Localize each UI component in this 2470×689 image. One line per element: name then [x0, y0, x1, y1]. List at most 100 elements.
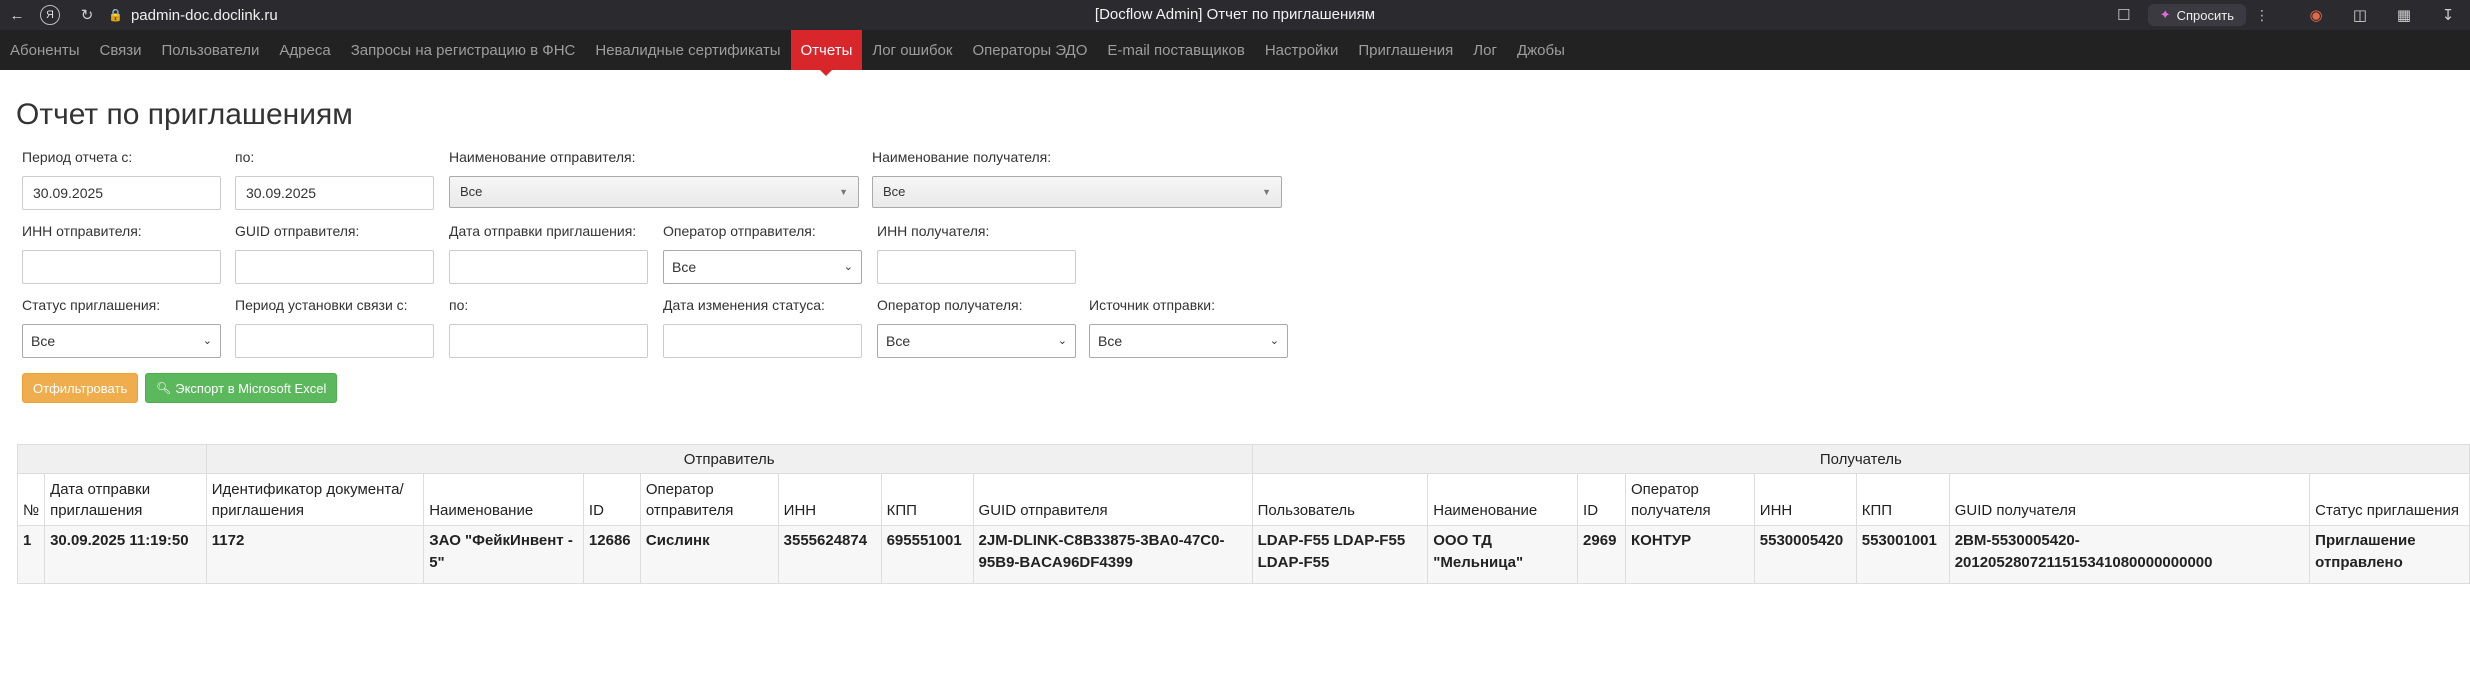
- column-header: КПП: [880, 473, 974, 526]
- filter-form: Период отчета с: 30.09.2025 по: 30.09.20…: [22, 146, 2470, 414]
- invite-status-value: Все: [31, 333, 56, 349]
- period-from-input[interactable]: 30.09.2025: [22, 176, 221, 210]
- sender-inn-field: ИНН отправителя:: [22, 220, 221, 284]
- chevron-down-icon: ▼: [839, 187, 848, 197]
- yandex-icon[interactable]: Я: [40, 5, 60, 25]
- reload-icon[interactable]: ↻: [74, 2, 100, 28]
- column-header: ИНН: [1753, 473, 1857, 526]
- column-header: ИНН: [777, 473, 882, 526]
- nav-item-3[interactable]: Пользователи: [152, 30, 270, 70]
- invite-date-input[interactable]: [449, 250, 648, 284]
- invite-status-label: Статус приглашения:: [22, 297, 161, 313]
- column-header: ID: [1577, 473, 1627, 526]
- bookmark-icon[interactable]: ☐: [2110, 6, 2138, 24]
- column-header: Статус приглашения: [2309, 473, 2470, 526]
- link-period-from-input[interactable]: [235, 324, 434, 358]
- nav-item-14[interactable]: Джобы: [1507, 30, 1575, 70]
- table-cell: 1172: [205, 525, 425, 584]
- nav-item-6[interactable]: Невалидные сертификаты: [585, 30, 790, 70]
- nav-item-8[interactable]: Лог ошибок: [862, 30, 962, 70]
- receiver-operator-select[interactable]: Все ⌄: [877, 324, 1076, 358]
- column-header: ID: [582, 473, 641, 526]
- lock-icon: 🔒: [108, 8, 123, 22]
- window-title: [Docflow Admin] Отчет по приглашениям: [1094, 6, 1376, 23]
- column-header: Пользователь: [1251, 473, 1429, 526]
- receiver-name-select[interactable]: Все ▼: [872, 176, 1282, 208]
- filter-button[interactable]: Отфильтровать: [22, 373, 139, 403]
- table-cell: 3555624874: [777, 525, 882, 584]
- table-row[interactable]: 1 30.09.2025 11:19:50 1172 ЗАО "ФейкИнвент …: [16, 525, 2470, 584]
- sender-inn-label: ИНН отправителя:: [22, 223, 142, 239]
- sender-name-select[interactable]: Все ▼: [449, 176, 859, 208]
- table-cell: Сислинк: [639, 525, 779, 584]
- period-from-label: Период отчета с:: [22, 149, 133, 165]
- sender-name-field: Наименование отправителя: Все ▼: [449, 146, 859, 208]
- nav-item-2[interactable]: Связи: [90, 30, 152, 70]
- invite-status-select[interactable]: Все ⌄: [22, 324, 221, 358]
- sender-operator-select[interactable]: Все ⌄: [663, 250, 862, 284]
- table-cell: 553001001: [1855, 525, 1950, 584]
- receiver-inn-input[interactable]: [877, 250, 1076, 284]
- sender-guid-field: GUID отправителя:: [235, 220, 434, 284]
- link-period-to-input[interactable]: [449, 324, 648, 358]
- table-cell: Приглашение отправлено: [2309, 525, 2470, 584]
- table-cell: 1: [16, 525, 46, 584]
- table-cell: 30.09.2025 11:19:50: [44, 525, 207, 584]
- sidebar-panel-icon[interactable]: ◫: [2347, 4, 2373, 26]
- table-cell: 2BM-5530005420-2012052807211515341080000…: [1948, 525, 2311, 584]
- report-table-wrapper: Отправитель Получатель № Дата отправки пр…: [16, 444, 2470, 584]
- sender-guid-input[interactable]: [235, 250, 434, 284]
- period-from-field: Период отчета с: 30.09.2025: [22, 146, 221, 210]
- nav-item-12[interactable]: Приглашения: [1348, 30, 1463, 70]
- sender-operator-label: Оператор отправителя:: [663, 223, 816, 239]
- ask-button-label: Спросить: [2176, 7, 2234, 23]
- nav-item-5[interactable]: Запросы на регистрацию в ФНС: [341, 30, 586, 70]
- sender-name-value: Все: [460, 184, 483, 199]
- period-to-label: по:: [235, 149, 255, 165]
- address-bar[interactable]: 🔒 padmin-doc.doclink.ru: [108, 7, 278, 24]
- group-spacer: [17, 444, 207, 474]
- export-excel-button[interactable]: 🔍︎ Экспорт в Microsoft Excel: [145, 373, 338, 403]
- table-cell: ЗАО "ФейкИнвент - 5": [423, 525, 584, 584]
- nav-item-13[interactable]: Лог: [1463, 30, 1507, 70]
- extensions-puzzle-icon[interactable]: ▦: [2391, 4, 2417, 26]
- chevron-down-icon: ⌄: [1269, 335, 1279, 347]
- chevron-down-icon: ⌄: [202, 335, 212, 347]
- column-header: Оператор получателя: [1625, 473, 1755, 526]
- status-change-date-label: Дата изменения статуса:: [663, 297, 825, 313]
- sender-inn-input[interactable]: [22, 250, 221, 284]
- link-period-to-label: по:: [449, 297, 469, 313]
- period-to-input[interactable]: 30.09.2025: [235, 176, 434, 210]
- more-options-icon[interactable]: ⋮: [2252, 7, 2272, 24]
- extension-avatar-icon[interactable]: ◉: [2303, 4, 2329, 26]
- browser-right-tools: ☐ ✦ Спросить ⋮ ◉ ◫ ▦ ↧: [2110, 0, 2470, 30]
- nav-item-11[interactable]: Настройки: [1255, 30, 1349, 70]
- receiver-name-field: Наименование получателя: Все ▼: [872, 146, 1282, 208]
- send-source-label: Источник отправки:: [1089, 297, 1215, 313]
- nav-item-10[interactable]: E-mail поставщиков: [1097, 30, 1254, 70]
- status-change-date-input[interactable]: [663, 324, 862, 358]
- table-cell: 695551001: [880, 525, 974, 584]
- column-header: №: [16, 473, 46, 526]
- receiver-name-value: Все: [883, 184, 906, 199]
- receiver-operator-field: Оператор получателя: Все ⌄: [877, 294, 1076, 358]
- table-cell: 2JM-DLINK-C8B33875-3BA0-47C0-95B9-BACA96…: [972, 525, 1253, 584]
- back-arrow-icon[interactable]: ←: [4, 2, 30, 28]
- column-header: Наименование: [423, 473, 584, 526]
- send-source-select[interactable]: Все ⌄: [1089, 324, 1288, 358]
- nav-item-4[interactable]: Адреса: [269, 30, 340, 70]
- download-icon[interactable]: ↧: [2435, 4, 2461, 26]
- nav-item-1[interactable]: Абоненты: [0, 30, 90, 70]
- group-receiver: Получатель: [1251, 444, 2470, 474]
- table-cell: LDAP-F55 LDAP-F55 LDAP-F55: [1251, 525, 1429, 584]
- nav-item-9[interactable]: Операторы ЭДО: [962, 30, 1097, 70]
- sender-guid-label: GUID отправителя:: [235, 223, 360, 239]
- sparkle-icon: ✦: [2159, 7, 2171, 22]
- chevron-down-icon: ⌄: [1057, 335, 1067, 347]
- status-change-date-field: Дата изменения статуса:: [663, 294, 862, 358]
- period-to-field: по: 30.09.2025: [235, 146, 434, 210]
- link-period-from-label: Период установки связи с:: [235, 297, 408, 313]
- nav-item-7[interactable]: Отчеты: [790, 30, 863, 76]
- chevron-down-icon: ▼: [1262, 187, 1271, 197]
- ask-button[interactable]: ✦ Спросить: [2147, 4, 2246, 26]
